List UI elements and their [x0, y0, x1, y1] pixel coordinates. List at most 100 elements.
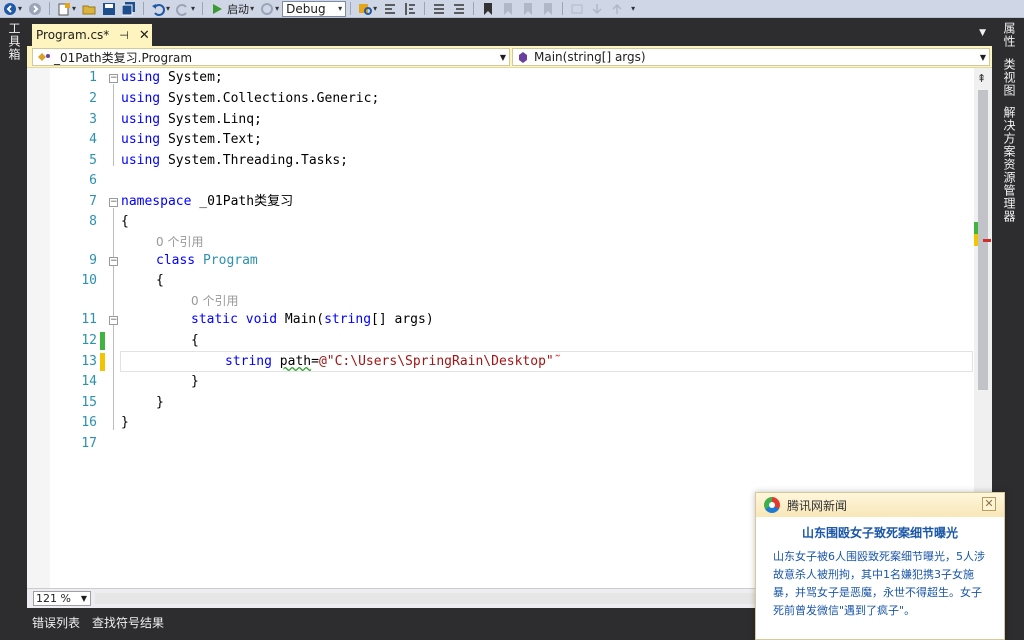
- forward-arrow-icon: [28, 2, 42, 16]
- split-window-icon[interactable]: ⇞: [977, 72, 986, 85]
- open-file-button[interactable]: [82, 1, 96, 17]
- codelens-references[interactable]: 0 个引用: [156, 233, 203, 251]
- toolbar-separator: [424, 2, 426, 15]
- code-text: System.Linq;: [160, 112, 262, 127]
- collapse-icon[interactable]: −: [109, 198, 118, 207]
- play-icon: [210, 2, 224, 16]
- news-source: 腾讯网新闻: [787, 498, 848, 513]
- outline-line: [113, 84, 114, 166]
- keyword: using: [121, 91, 161, 106]
- keyword: class: [156, 253, 196, 268]
- comment-button[interactable]: [432, 1, 446, 17]
- keyword: using: [121, 153, 161, 168]
- close-icon[interactable]: ✕: [139, 28, 150, 43]
- code-line: {: [156, 271, 164, 291]
- code-text: {: [156, 273, 164, 288]
- find-button[interactable]: ▾: [358, 1, 377, 17]
- save-icon: [102, 2, 116, 16]
- line-number: 17: [81, 436, 97, 451]
- back-button[interactable]: ▾: [3, 1, 22, 17]
- chevron-down-icon: ▾: [72, 4, 77, 13]
- folder-icon: [82, 2, 96, 16]
- keyword: string: [324, 312, 372, 327]
- forward-button[interactable]: [28, 1, 42, 17]
- next-bookmark-icon: [521, 2, 535, 16]
- clear-bookmarks-button[interactable]: [541, 1, 555, 17]
- code-line: {: [121, 212, 129, 232]
- bookmark-icon: [481, 2, 495, 16]
- line-number: 16: [81, 415, 97, 430]
- code-text: System.Threading.Tasks;: [160, 153, 348, 168]
- refresh-button[interactable]: ▾: [260, 1, 279, 17]
- collapse-icon[interactable]: −: [109, 74, 118, 83]
- format-button[interactable]: [383, 1, 397, 17]
- toolbox-tab[interactable]: 工具箱: [6, 22, 23, 61]
- type-dropdown[interactable]: _01Path类复习.Program ▼: [32, 48, 510, 66]
- line-number: 12: [81, 333, 97, 348]
- code-text: {: [191, 333, 199, 348]
- tab-program-cs[interactable]: Program.cs* ⊣ ✕: [32, 24, 152, 46]
- new-project-button[interactable]: ▾: [57, 1, 76, 17]
- zoom-select[interactable]: 121 % ▼: [33, 591, 91, 606]
- scroll-change-marker: [974, 234, 978, 246]
- main-toolbar: ▾ ▾ ▾ ▾ 启动 ▾ ▾ Debug ▾ ▾ ▾: [0, 0, 1024, 18]
- pin-icon[interactable]: ⊣: [119, 29, 129, 42]
- tab-overflow-icon[interactable]: ▼: [979, 28, 986, 38]
- step-down-button[interactable]: [590, 1, 604, 17]
- class-view-tab[interactable]: 类视图: [1001, 58, 1018, 97]
- keyword: void: [245, 312, 278, 327]
- bookmark-button[interactable]: [481, 1, 495, 17]
- save-all-icon: [122, 1, 136, 16]
- align-button[interactable]: [403, 1, 417, 17]
- arrow-up-icon: [610, 2, 624, 16]
- close-icon[interactable]: ✕: [982, 497, 996, 511]
- uncomment-button[interactable]: [452, 1, 466, 17]
- code-text: [] args): [371, 312, 434, 327]
- tab-find-symbol-results[interactable]: 查找符号结果: [92, 614, 164, 632]
- keyword: using: [121, 70, 161, 85]
- type-dropdown-value: _01Path类复习.Program: [54, 50, 193, 65]
- member-dropdown[interactable]: Main(string[] args) ▼: [512, 48, 990, 66]
- prev-bookmark-button[interactable]: [501, 1, 515, 17]
- code-line: using System.Collections.Generic;: [121, 89, 379, 109]
- chevron-down-icon: ▼: [499, 52, 506, 62]
- comment-icon: [432, 2, 446, 16]
- line-number: 9: [89, 253, 97, 268]
- save-all-button[interactable]: [122, 1, 136, 17]
- code-text: System.Text;: [160, 132, 262, 147]
- step-button[interactable]: [570, 1, 584, 17]
- new-project-icon: [57, 2, 71, 16]
- scroll-change-marker: [974, 222, 978, 234]
- keyword: static: [191, 312, 238, 327]
- solution-explorer-tab[interactable]: 解决方案资源管理器: [1001, 106, 1018, 223]
- news-body[interactable]: 山东女子被6人围殴致死案细节曝光，5人涉故意杀人被刑拘，其中1名嫌犯携3子女施暴…: [756, 541, 1004, 620]
- news-popup[interactable]: 腾讯网新闻 ✕ 山东围殴女子致死案细节曝光 山东女子被6人围殴致死案细节曝光，5…: [755, 492, 1005, 640]
- collapse-icon[interactable]: −: [109, 316, 118, 325]
- codelens-references[interactable]: 0 个引用: [191, 292, 238, 310]
- scroll-error-marker: [983, 239, 991, 242]
- properties-tab[interactable]: 属性: [1001, 22, 1018, 48]
- undo-button[interactable]: ▾: [151, 1, 170, 17]
- redo-button[interactable]: ▾: [176, 1, 195, 17]
- tab-error-list[interactable]: 错误列表: [32, 614, 80, 632]
- code-line: namespace _01Path类复习: [121, 192, 293, 212]
- next-bookmark-button[interactable]: [521, 1, 535, 17]
- line-number: 14: [81, 374, 97, 389]
- chevron-down-icon: ▾: [250, 4, 255, 13]
- chevron-down-icon: ▾: [166, 4, 171, 13]
- start-debug-button[interactable]: 启动 ▾: [210, 1, 254, 17]
- keyword: using: [121, 132, 161, 147]
- news-header: 腾讯网新闻 ✕: [756, 493, 1004, 517]
- code-line: static void Main(string[] args): [191, 310, 434, 330]
- step-up-button[interactable]: [610, 1, 624, 17]
- solution-config-select[interactable]: Debug ▾: [282, 0, 347, 17]
- error-squiggle: ˜: [553, 354, 562, 369]
- line-number: 10: [81, 273, 97, 288]
- code-line: }: [191, 372, 199, 392]
- line-number: 8: [89, 214, 97, 229]
- save-button[interactable]: [102, 1, 116, 17]
- collapse-icon[interactable]: −: [109, 257, 118, 266]
- news-headline[interactable]: 山东围殴女子致死案细节曝光: [756, 524, 1004, 541]
- code-line: }: [121, 413, 129, 433]
- toolbar-overflow-button[interactable]: ▾: [630, 1, 635, 17]
